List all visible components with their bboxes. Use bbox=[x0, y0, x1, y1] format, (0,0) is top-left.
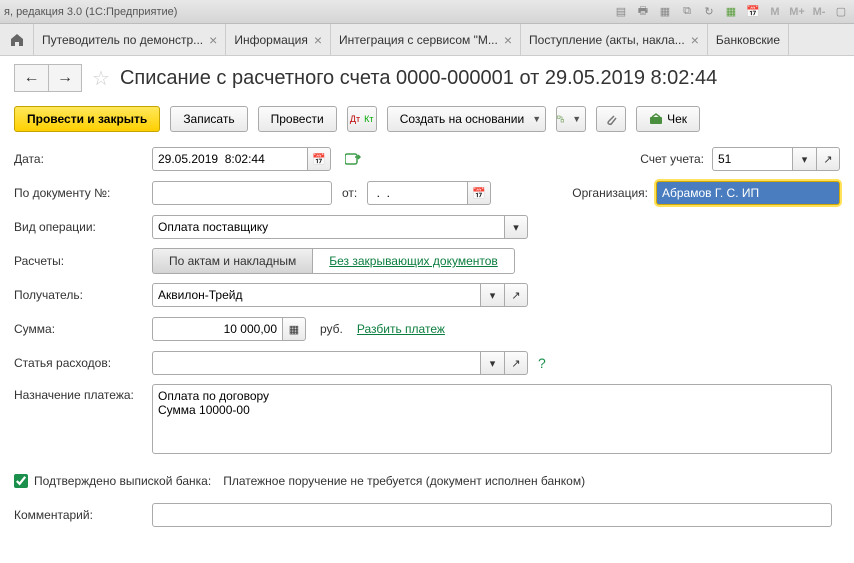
help-icon[interactable]: ? bbox=[538, 355, 546, 371]
tab-integration[interactable]: Интеграция с сервисом "М... × bbox=[331, 24, 521, 55]
op-type-label: Вид операции: bbox=[14, 220, 146, 234]
back-button[interactable]: ← bbox=[14, 64, 48, 92]
doc-num-input[interactable] bbox=[152, 181, 332, 205]
account-label: Счет учета: bbox=[640, 152, 704, 166]
home-tab[interactable] bbox=[0, 24, 34, 55]
tab-receipt[interactable]: Поступление (акты, накла... × bbox=[521, 24, 708, 55]
tab-bank[interactable]: Банковские bbox=[708, 24, 789, 55]
check-button[interactable]: Чек bbox=[636, 106, 700, 132]
currency-label: руб. bbox=[320, 322, 343, 336]
calc-icon[interactable]: ▦ bbox=[722, 3, 740, 21]
org-input[interactable] bbox=[656, 181, 840, 205]
confirmed-checkbox[interactable] bbox=[14, 474, 28, 488]
op-type-input[interactable] bbox=[152, 215, 504, 239]
open-icon[interactable]: ↗ bbox=[816, 147, 840, 171]
doc-icon[interactable]: ▦ bbox=[656, 3, 674, 21]
org-label: Организация: bbox=[572, 186, 648, 200]
comment-input[interactable] bbox=[152, 503, 832, 527]
recipient-input[interactable] bbox=[152, 283, 480, 307]
tabbar: Путеводитель по демонстр... × Информация… bbox=[0, 24, 854, 56]
purpose-label: Назначение платежа: bbox=[14, 384, 146, 402]
calculator-icon[interactable]: ▦ bbox=[282, 317, 306, 341]
seg-without-link[interactable]: Без закрывающих документов bbox=[312, 248, 515, 274]
tab-info[interactable]: Информация × bbox=[226, 24, 331, 55]
doc-num-label: По документу №: bbox=[14, 186, 146, 200]
confirmed-label: Подтверждено выпиской банка: bbox=[34, 474, 211, 488]
titlebar-icons: ▤ 🖶 ▦ ⧉ ↻ ▦ 📅 M M+ M- ▢ bbox=[612, 3, 850, 21]
tab-guide[interactable]: Путеводитель по демонстр... × bbox=[34, 24, 226, 55]
create-on-basis-button[interactable]: Создать на основании▼ bbox=[387, 106, 546, 132]
collapse-icon[interactable]: ▢ bbox=[832, 3, 850, 21]
purpose-textarea[interactable] bbox=[152, 384, 832, 454]
forward-button[interactable]: → bbox=[48, 64, 82, 92]
open-icon[interactable]: ↗ bbox=[504, 351, 528, 375]
expense-input[interactable] bbox=[152, 351, 480, 375]
seg-acts-button[interactable]: По актам и накладным bbox=[152, 248, 312, 274]
open-icon[interactable]: ↗ bbox=[504, 283, 528, 307]
date-input[interactable] bbox=[152, 147, 307, 171]
account-input[interactable] bbox=[712, 147, 792, 171]
dropdown-icon[interactable]: ▾ bbox=[480, 351, 504, 375]
related-button[interactable]: ▼ bbox=[556, 106, 586, 132]
date-label: Дата: bbox=[14, 152, 146, 166]
print-icon[interactable]: 🖶 bbox=[634, 3, 652, 21]
m-plus-icon[interactable]: M+ bbox=[788, 3, 806, 21]
sum-label: Сумма: bbox=[14, 322, 146, 336]
recipient-label: Получатель: bbox=[14, 288, 146, 302]
expense-label: Статья расходов: bbox=[14, 356, 146, 370]
comment-label: Комментарий: bbox=[14, 508, 146, 522]
order-not-required-text: Платежное поручение не требуется (докуме… bbox=[223, 474, 585, 488]
close-icon[interactable]: × bbox=[691, 32, 699, 48]
titlebar: я, редакция 3.0 (1С:Предприятие) ▤ 🖶 ▦ ⧉… bbox=[0, 0, 854, 24]
close-icon[interactable]: × bbox=[314, 32, 322, 48]
star-icon[interactable]: ☆ bbox=[92, 66, 110, 91]
refresh-icon[interactable]: ↻ bbox=[700, 3, 718, 21]
compare-icon[interactable]: ⧉ bbox=[678, 3, 696, 21]
nav-buttons: ← → bbox=[14, 64, 82, 92]
dropdown-icon[interactable]: ▾ bbox=[792, 147, 816, 171]
status-icon[interactable] bbox=[345, 152, 361, 166]
doc-date-input[interactable] bbox=[367, 181, 467, 205]
close-icon[interactable]: × bbox=[209, 32, 217, 48]
page-title: Списание с расчетного счета 0000-000001 … bbox=[120, 67, 717, 90]
close-icon[interactable]: × bbox=[504, 32, 512, 48]
attach-button[interactable] bbox=[596, 106, 626, 132]
m-icon[interactable]: M bbox=[766, 3, 784, 21]
dropdown-icon[interactable]: ▾ bbox=[480, 283, 504, 307]
sum-input[interactable] bbox=[152, 317, 282, 341]
calc-label: Расчеты: bbox=[14, 254, 146, 268]
save-button[interactable]: Записать bbox=[170, 106, 247, 132]
split-payment-link[interactable]: Разбить платеж bbox=[357, 322, 445, 336]
dropdown-icon[interactable]: ▾ bbox=[504, 215, 528, 239]
nav-icon[interactable]: ▤ bbox=[612, 3, 630, 21]
m-minus-icon[interactable]: M- bbox=[810, 3, 828, 21]
calendar-icon[interactable]: 📅 bbox=[744, 3, 762, 21]
post-and-close-button[interactable]: Провести и закрыть bbox=[14, 106, 160, 132]
calendar-icon[interactable]: 📅 bbox=[467, 181, 491, 205]
post-button[interactable]: Провести bbox=[258, 106, 337, 132]
from-label: от: bbox=[342, 186, 357, 200]
dt-kt-button[interactable]: ДтКт bbox=[347, 106, 377, 132]
titlebar-text: я, редакция 3.0 (1С:Предприятие) bbox=[4, 6, 612, 18]
calendar-icon[interactable]: 📅 bbox=[307, 147, 331, 171]
